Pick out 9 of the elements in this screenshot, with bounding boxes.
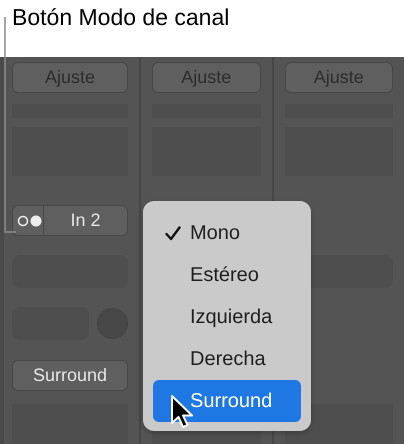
menu-item[interactable]: Izquierda bbox=[153, 296, 301, 338]
channel-mode-button[interactable]: In 2 bbox=[12, 205, 128, 236]
menu-item[interactable]: Surround bbox=[153, 380, 301, 422]
menu-item[interactable]: Estéreo bbox=[153, 254, 301, 296]
menu-item[interactable]: Mono bbox=[153, 212, 301, 254]
menu-item[interactable]: Derecha bbox=[153, 338, 301, 380]
mono-stereo-icon bbox=[17, 214, 43, 226]
format-button[interactable]: Surround bbox=[12, 360, 128, 391]
callout-label: Botón Modo de canal bbox=[12, 4, 230, 30]
